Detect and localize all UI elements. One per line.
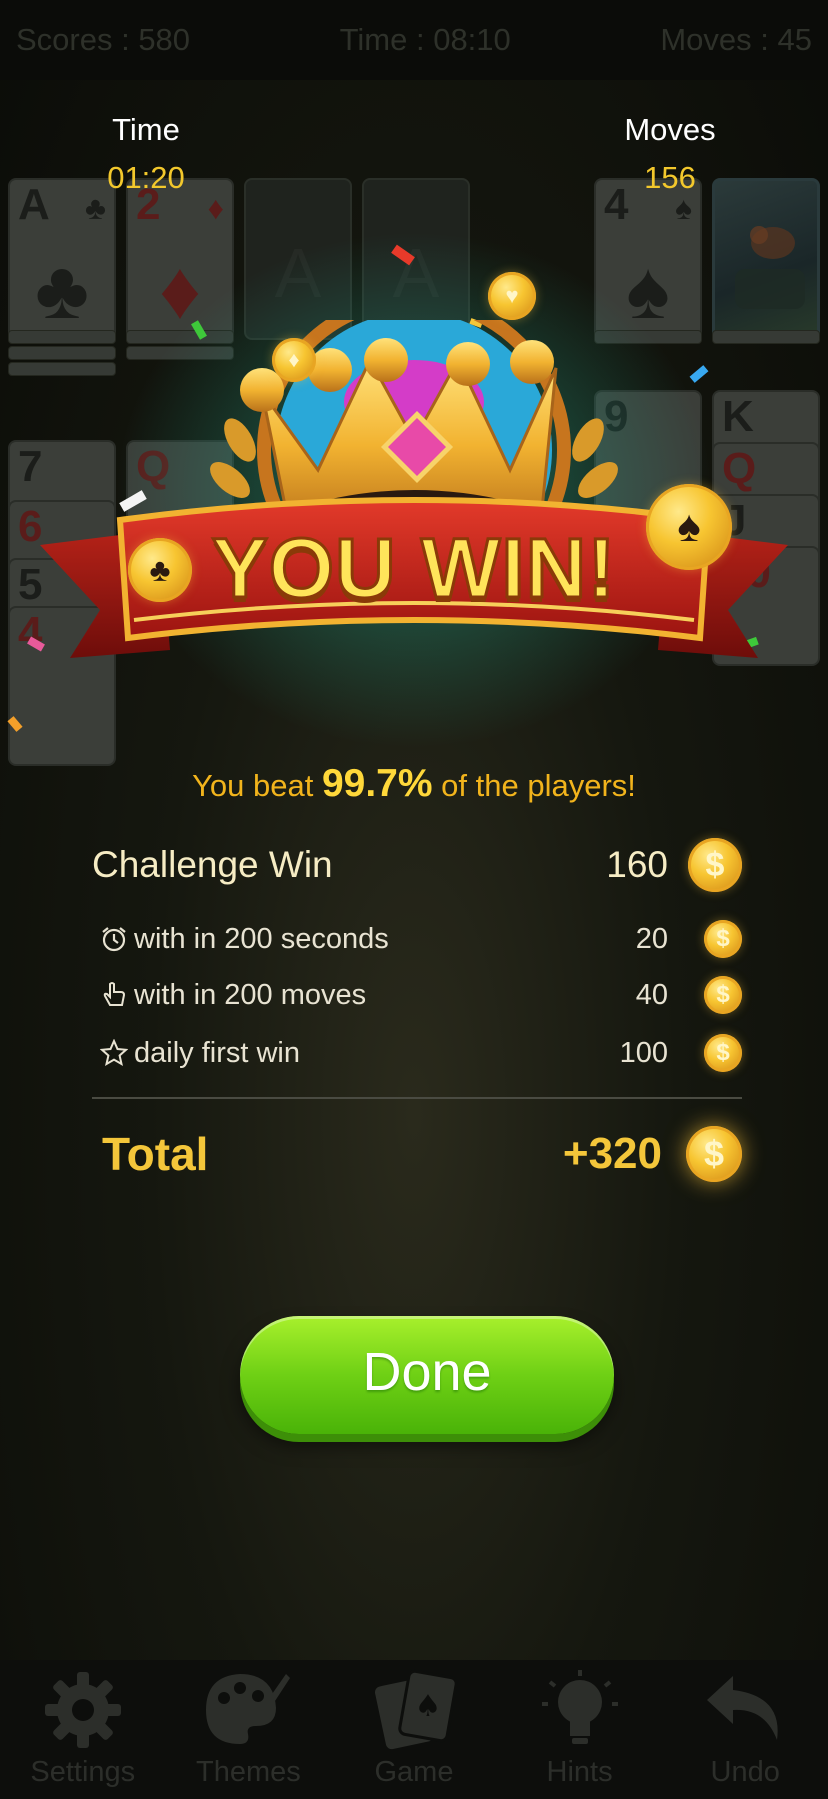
cards-icon: ♠: [374, 1669, 458, 1750]
svg-text:♠: ♠: [415, 1689, 442, 1724]
floating-coin-icon: ♦: [272, 338, 316, 382]
nav-label: Undo: [710, 1756, 780, 1788]
lightbulb-icon: [541, 1670, 618, 1744]
top-status-bar: Scores : 580 Time : 08:10 Moves : 45: [0, 0, 828, 80]
challenge-win-row: Challenge Win 160 $: [92, 838, 742, 892]
moves-stat: Moves 156: [610, 112, 730, 196]
floating-coin-icon: ♠: [646, 484, 732, 570]
nav-themes[interactable]: Themes: [173, 1668, 323, 1789]
challenge-win-value: 160: [606, 844, 668, 885]
floating-coin-icon: ♣: [128, 538, 192, 602]
coin-icon: $: [704, 1034, 742, 1072]
nav-hints[interactable]: Hints: [505, 1668, 655, 1789]
reward-row-label: with in 200 moves: [134, 978, 367, 1011]
reward-row-moves: with in 200 moves 40 $: [92, 976, 742, 1014]
percentile-suffix: of the players!: [432, 768, 636, 803]
move-count-readout: Moves : 45: [660, 22, 812, 57]
challenge-win-label: Challenge Win: [92, 844, 333, 885]
hand-pointer-icon: [103, 982, 126, 1006]
gear-icon: [44, 1672, 121, 1748]
percentile-prefix: You beat: [192, 768, 322, 803]
nav-label: Hints: [546, 1756, 613, 1788]
time-value: 01:20: [107, 160, 185, 195]
rewards-divider: [92, 1097, 742, 1099]
reward-row-value: 100: [619, 1036, 668, 1069]
reward-row-daily: daily first win 100 $: [92, 1034, 742, 1072]
reward-row-label: with in 200 seconds: [134, 922, 389, 955]
floating-coin-icon: ♥: [488, 272, 536, 320]
coin-icon: $: [686, 1126, 742, 1182]
bottom-nav: Settings Themes ♠ Game Hints Undo: [0, 1660, 828, 1799]
alarm-clock-icon: [102, 927, 126, 952]
star-icon: [100, 1039, 128, 1067]
percentile-value: 99.7%: [321, 762, 433, 805]
time-label: Time: [112, 112, 180, 147]
coin-icon: $: [688, 838, 742, 892]
nav-undo[interactable]: Undo: [670, 1668, 820, 1789]
elapsed-time-readout: Time : 08:10: [339, 22, 511, 57]
nav-settings[interactable]: Settings: [8, 1668, 158, 1789]
nav-label: Themes: [196, 1756, 301, 1788]
score-readout: Scores : 580: [16, 22, 191, 57]
time-stat: Time 01:20: [96, 112, 196, 196]
moves-value: 156: [644, 160, 696, 195]
coin-icon: $: [704, 976, 742, 1014]
percentile-message: You beat 99.7% of the players!: [0, 762, 828, 806]
nav-game[interactable]: ♠ Game: [339, 1668, 489, 1789]
nav-label: Settings: [30, 1756, 136, 1788]
palette-icon: [206, 1674, 291, 1744]
reward-row-value: 20: [635, 922, 668, 955]
reward-row-value: 40: [635, 978, 668, 1011]
reward-row-label: daily first win: [134, 1036, 300, 1069]
reward-row-seconds: with in 200 seconds 20 $: [92, 920, 742, 958]
total-row: Total +320 $: [92, 1126, 742, 1182]
nav-label: Game: [374, 1756, 454, 1788]
done-button[interactable]: Done: [240, 1316, 614, 1434]
moves-label: Moves: [624, 112, 716, 147]
undo-icon: [707, 1676, 778, 1740]
total-value: +320: [562, 1129, 662, 1178]
coin-icon: $: [704, 920, 742, 958]
total-label: Total: [102, 1128, 209, 1180]
